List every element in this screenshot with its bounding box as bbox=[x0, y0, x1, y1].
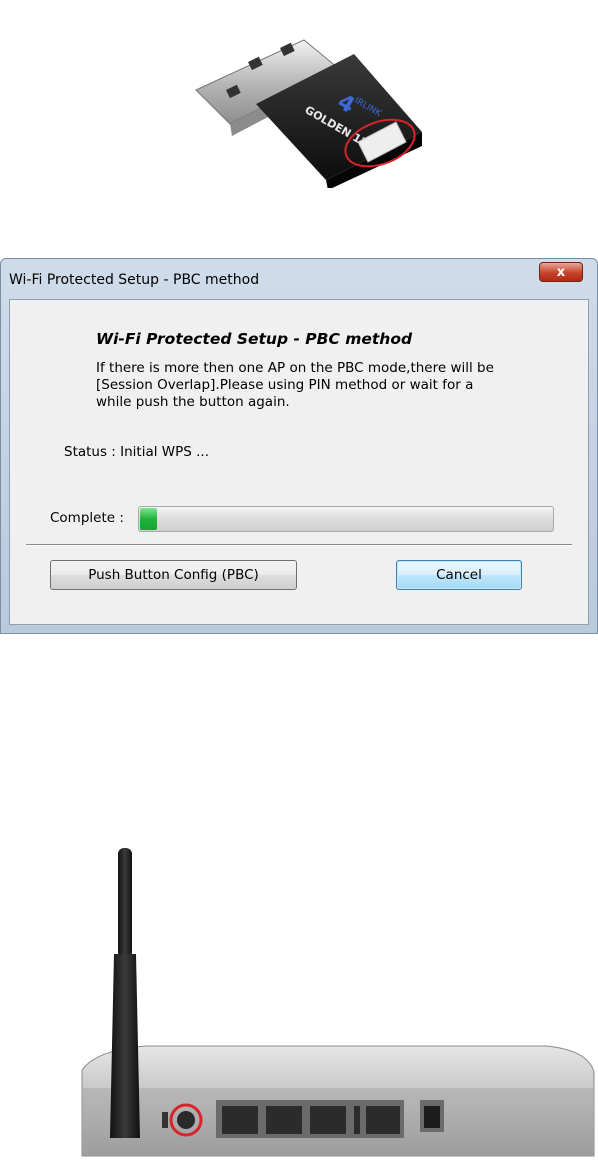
window-title: Wi-Fi Protected Setup - PBC method bbox=[9, 272, 260, 288]
close-button[interactable]: x bbox=[539, 262, 583, 282]
separator bbox=[26, 544, 572, 546]
progress-fill bbox=[140, 508, 157, 530]
dialog-body: Wi-Fi Protected Setup - PBC method If th… bbox=[9, 299, 589, 625]
progress-bar bbox=[138, 506, 554, 532]
cancel-button[interactable]: Cancel bbox=[396, 560, 522, 590]
close-icon: x bbox=[556, 264, 566, 280]
push-button-config-button[interactable]: Push Button Config (PBC) bbox=[50, 560, 297, 590]
complete-label: Complete : bbox=[50, 510, 124, 526]
wps-pbc-dialog: Wi-Fi Protected Setup - PBC method x Wi-… bbox=[0, 258, 598, 634]
router-image bbox=[81, 848, 595, 1157]
status-text: Status : Initial WPS ... bbox=[64, 444, 210, 460]
usb-adapter-image: 4 IRLINK GOLDEN 150 bbox=[195, 39, 422, 188]
dialog-heading: Wi-Fi Protected Setup - PBC method bbox=[96, 330, 413, 348]
title-bar[interactable]: Wi-Fi Protected Setup - PBC method x bbox=[1, 259, 597, 299]
dialog-description: If there is more then one AP on the PBC … bbox=[96, 360, 494, 410]
